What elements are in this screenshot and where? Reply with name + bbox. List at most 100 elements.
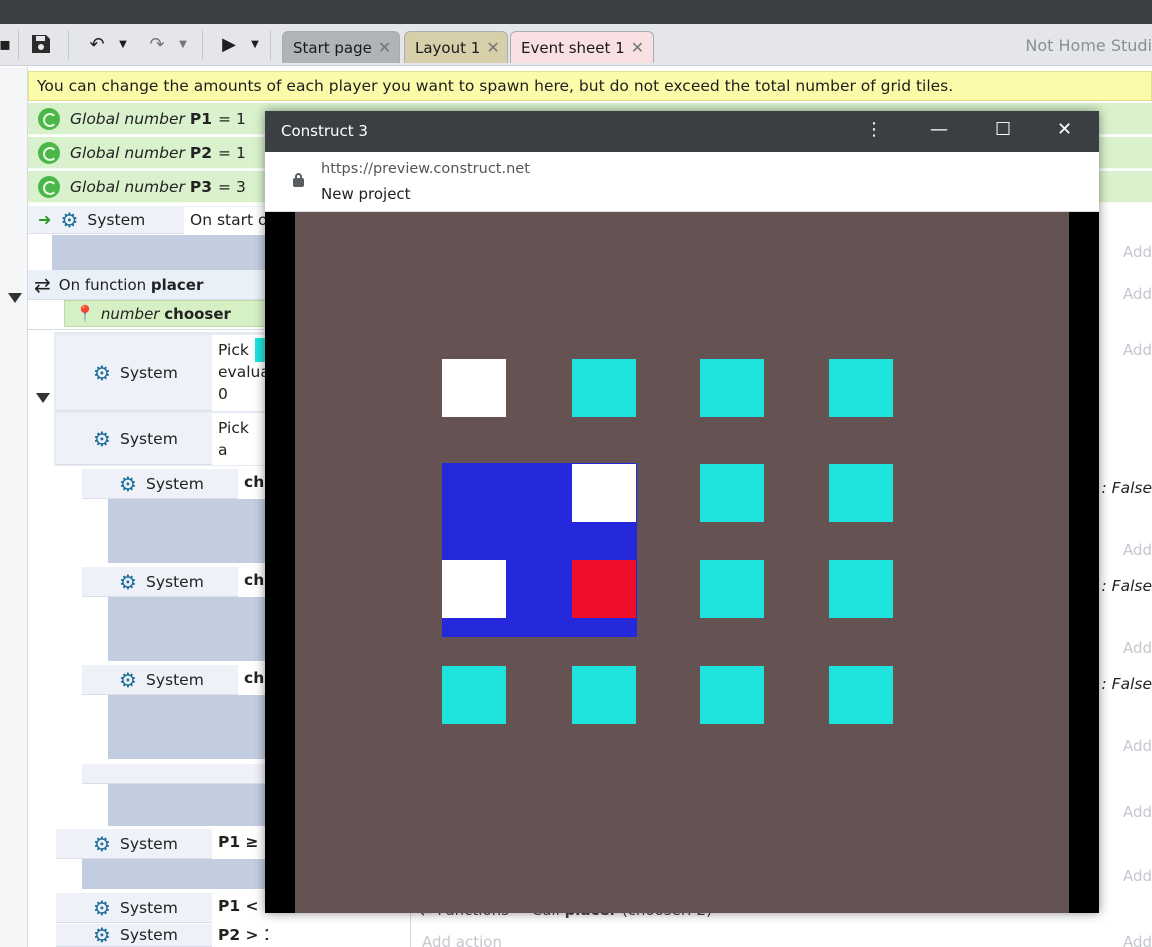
variable-value: = 3 — [218, 177, 246, 196]
construct3-editor: ▪ ↶ ▼ ↷ ▼ ▶ ▼ Start page ✕ Layout 1 ✕ Ev… — [0, 0, 1152, 947]
redo-caret-icon[interactable]: ▼ — [176, 30, 190, 58]
gear-icon: ⚙ — [119, 667, 137, 692]
redo-icon[interactable]: ↷ — [140, 30, 174, 58]
variable-name: P3 — [189, 177, 213, 196]
toolbar-separator — [68, 30, 69, 60]
condition-text[interactable]: ch — [238, 469, 268, 499]
more-options-icon[interactable]: ⋮ — [865, 119, 883, 140]
param-name: chooser — [164, 304, 231, 323]
tile-white — [572, 464, 636, 522]
event-condition-row[interactable]: ⚙ System — [82, 665, 238, 695]
add-action-link[interactable]: Add — [1123, 867, 1152, 885]
tab-event-sheet-1[interactable]: Event sheet 1 ✕ — [510, 31, 654, 63]
tile-cyan — [700, 359, 764, 417]
variable-kind: Global number — [70, 177, 185, 196]
event-condition-row[interactable]: ⚙ System — [56, 335, 212, 411]
close-icon[interactable]: ✕ — [1057, 119, 1072, 140]
gear-icon: ⚙ — [93, 360, 111, 385]
undo-caret-icon[interactable]: ▼ — [116, 30, 130, 58]
add-action-link[interactable]: Add — [1123, 737, 1152, 755]
action-value: : False — [1101, 577, 1152, 595]
event-body — [108, 597, 268, 661]
action-value: : False — [1101, 479, 1152, 497]
action-value: : False — [1101, 675, 1152, 693]
play-icon[interactable]: ▶ — [216, 30, 242, 58]
event-comment[interactable]: You can change the amounts of each playe… — [28, 71, 1152, 101]
object-name: System — [146, 670, 204, 689]
function-prefix: On function — [58, 275, 147, 294]
tab-label: Layout 1 — [415, 38, 481, 57]
preview-titlebar: Construct 3 ⋮ — ☐ ✕ — [265, 111, 1099, 152]
variable-value: = 1 — [218, 143, 246, 162]
location-pin-icon: 📍 — [75, 304, 95, 323]
gear-icon: ⚙ — [93, 923, 111, 947]
condition-text[interactable]: P2 > 1 — [212, 924, 268, 947]
project-title: Not Home Studi — [1025, 36, 1152, 55]
variable-name: P1 — [189, 109, 213, 128]
add-action-link[interactable]: Add — [1123, 803, 1152, 821]
lock-icon — [293, 173, 304, 187]
add-action-link[interactable]: Add — [1123, 243, 1152, 261]
menu-button[interactable]: ▪ — [0, 30, 11, 58]
gear-icon: ⚙ — [93, 831, 111, 856]
close-icon[interactable]: ✕ — [486, 38, 499, 57]
event-condition-row[interactable]: ⚙ System — [56, 924, 212, 947]
tile-white — [442, 560, 506, 618]
condition-text[interactable]: P1 ≥ 1 — [212, 829, 268, 859]
tab-layout-1[interactable]: Layout 1 ✕ — [404, 31, 508, 63]
event-condition-row[interactable] — [82, 764, 268, 784]
game-canvas[interactable] — [295, 212, 1069, 913]
collapse-icon[interactable] — [8, 293, 22, 303]
event-condition-row[interactable]: ⚙ System — [56, 893, 212, 923]
object-name: System — [120, 834, 178, 853]
condition-text[interactable]: On start o — [184, 207, 268, 234]
event-condition-row[interactable]: ⚙ System — [82, 567, 238, 597]
condition-line: instan — [218, 461, 266, 465]
event-condition-row[interactable]: ⚙ System — [56, 413, 212, 465]
add-action-link[interactable]: Add — [1123, 341, 1152, 359]
add-action-link[interactable]: Add — [1123, 639, 1152, 657]
function-header[interactable]: ⇄ On function placer — [28, 270, 268, 300]
add-action-link[interactable]: Add action — [422, 933, 502, 947]
event-body — [52, 235, 268, 271]
condition-text[interactable]: P1 < 1 — [212, 893, 268, 923]
toolbar-separator — [270, 30, 271, 60]
globe-icon — [38, 141, 60, 164]
tab-start-page[interactable]: Start page ✕ — [282, 31, 400, 63]
add-action-link[interactable]: Add — [1123, 933, 1152, 947]
event-gutter — [0, 67, 28, 947]
preview-window: Construct 3 ⋮ — ☐ ✕ https://preview.cons… — [265, 111, 1099, 913]
param-kind: number — [100, 304, 160, 323]
add-action-link[interactable]: Add — [1123, 541, 1152, 559]
trigger-arrow-icon: ➜ — [38, 210, 52, 229]
tile-white — [442, 359, 506, 417]
function-name: placer — [150, 275, 204, 294]
maximize-icon[interactable]: ☐ — [995, 119, 1011, 140]
play-caret-icon[interactable]: ▼ — [248, 30, 262, 58]
close-icon[interactable]: ✕ — [378, 38, 391, 57]
collapse-icon[interactable] — [36, 393, 50, 403]
condition-text[interactable]: ch — [238, 665, 268, 695]
event-body — [82, 859, 268, 889]
event-body — [108, 784, 268, 826]
object-name: System — [146, 572, 204, 591]
object-name: System — [120, 898, 178, 917]
condition-text[interactable]: ch — [238, 567, 268, 597]
add-action-link[interactable]: Add — [1123, 285, 1152, 303]
event-condition-row[interactable]: ⚙ System — [82, 469, 238, 499]
minimize-icon[interactable]: — — [930, 119, 948, 140]
toolbar-separator — [202, 30, 203, 60]
save-icon[interactable] — [26, 30, 56, 58]
function-parameter[interactable]: 📍 number chooser — [64, 300, 268, 327]
globe-icon — [38, 107, 60, 130]
variable-value: = 1 — [218, 109, 246, 128]
tab-label: Event sheet 1 — [521, 38, 625, 57]
function-icon: ⇄ — [34, 272, 51, 297]
tile-cyan — [829, 560, 893, 618]
close-icon[interactable]: ✕ — [631, 38, 644, 57]
undo-icon[interactable]: ↶ — [80, 30, 114, 58]
globe-icon — [38, 175, 60, 198]
condition-text[interactable]: Pick a instan — [212, 413, 268, 465]
event-condition-row[interactable]: ⚙ System — [56, 829, 212, 859]
condition-line: Pick a — [218, 419, 249, 459]
